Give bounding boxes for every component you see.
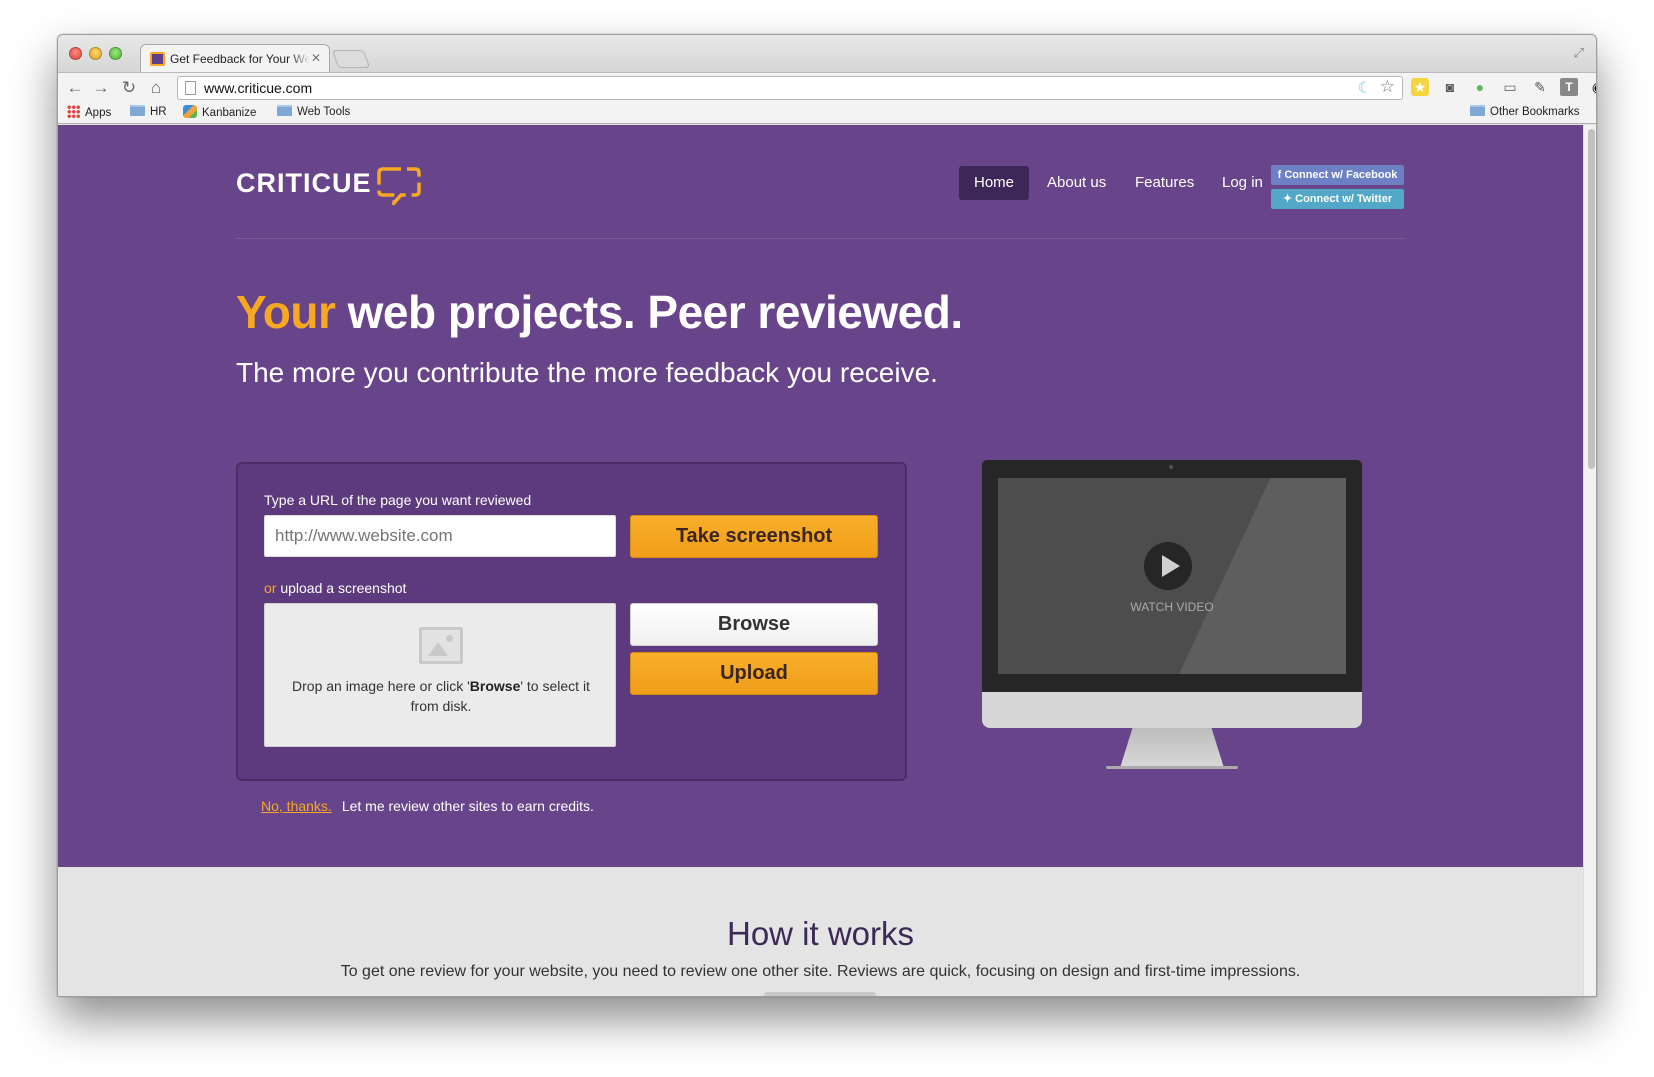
bookmark-other[interactable]: Other Bookmarks (1470, 105, 1579, 118)
bookmark-label: HR (150, 106, 167, 118)
drop-text-browse: Browse (469, 678, 521, 694)
drop-text-part: Drop an image here or click ' (292, 678, 470, 694)
home-icon[interactable]: ⌂ (145, 77, 167, 99)
nav-features[interactable]: Features (1120, 166, 1209, 200)
logo-text: CRITICUE (236, 168, 372, 198)
bookmarks-bar: Apps HR Kanbanize Web Tools Other Bookma… (58, 102, 1596, 124)
address-text[interactable]: www.criticue.com (204, 80, 312, 96)
window-maximize-button[interactable] (109, 47, 122, 60)
browser-tab[interactable]: Get Feedback for Your Website ✕ (140, 44, 330, 73)
or-text: or (264, 580, 277, 596)
connect-facebook-button[interactable]: f Connect w/ Facebook (1271, 165, 1404, 185)
skip-row: No, thanks. Let me review other sites to … (261, 798, 594, 814)
url-label: Type a URL of the page you want reviewed (264, 492, 532, 508)
browser-toolbar: ← → ↻ ⌂ www.criticue.com ☾ ☆ ★ ◙ ● ▭ ✎ T… (58, 72, 1596, 102)
headline-rest: web projects. Peer reviewed. (335, 286, 963, 338)
address-bar[interactable]: www.criticue.com ☾ ☆ (177, 76, 1403, 100)
submit-panel: Type a URL of the page you want reviewed… (236, 462, 907, 781)
no-thanks-link[interactable]: No, thanks. (261, 798, 332, 814)
evernote-icon[interactable]: ● (1471, 78, 1489, 96)
folder-icon (277, 105, 292, 116)
url-input[interactable] (264, 515, 616, 557)
monitor-chin (982, 692, 1362, 728)
kanbanize-icon (183, 105, 197, 118)
image-dropzone[interactable]: Drop an image here or click 'Browse' to … (264, 603, 616, 747)
upload-label-text: upload a screenshot (276, 580, 407, 596)
hero-subheadline: The more you contribute the more feedbac… (236, 357, 938, 388)
image-placeholder-icon (419, 627, 463, 664)
hero-section: CRITICUE Home About us Features Log in f… (58, 125, 1583, 867)
page-scrollbar[interactable] (1583, 125, 1596, 996)
cast-icon[interactable]: ▭ (1501, 78, 1519, 96)
fullscreen-icon[interactable]: ⤢ (1574, 45, 1584, 61)
reload-icon[interactable]: ↻ (118, 77, 140, 99)
bookmark-label: Kanbanize (202, 107, 257, 119)
criticue-favicon-icon (150, 52, 165, 66)
monitor-bezel: WATCH VIDEO (982, 460, 1362, 692)
nav-log-in[interactable]: Log in (1207, 166, 1278, 200)
folder-icon (130, 105, 145, 116)
headline-accent: Your (236, 286, 336, 338)
forward-icon[interactable]: → (90, 77, 112, 99)
speech-bubble-logo-icon (377, 167, 421, 205)
how-it-works-description: To get one review for your website, you … (340, 963, 1301, 980)
bookmark-web-tools[interactable]: Web Tools (277, 105, 350, 118)
window-minimize-button[interactable] (89, 47, 102, 60)
eyedropper-icon[interactable]: ✎ (1531, 78, 1549, 96)
header-divider (236, 238, 1405, 239)
tab-strip: Get Feedback for Your Website ✕ ⤢ (58, 35, 1596, 73)
page-icon (185, 81, 196, 95)
bookmark-hr[interactable]: HR (130, 105, 167, 118)
section-tab (764, 992, 876, 996)
nav-about-us[interactable]: About us (1032, 166, 1121, 200)
skip-text: Let me review other sites to earn credit… (341, 798, 594, 814)
connect-twitter-button[interactable]: ✦ Connect w/ Twitter (1271, 189, 1404, 209)
dropzone-text: Drop an image here or click 'Browse' to … (285, 676, 597, 716)
browse-button[interactable]: Browse (630, 603, 878, 646)
bookmark-star-icon[interactable]: ☆ (1380, 77, 1395, 97)
back-icon[interactable]: ← (64, 77, 86, 99)
bookmark-label: Other Bookmarks (1490, 106, 1580, 118)
how-it-works-title: How it works (726, 915, 915, 952)
eye-extension-icon[interactable]: ◉ (1589, 78, 1596, 96)
text-extension-icon[interactable]: T (1560, 78, 1578, 96)
upload-button[interactable]: Upload (630, 652, 878, 695)
tab-close-icon[interactable]: ✕ (311, 51, 321, 65)
watch-video-label: WATCH VIDEO (1130, 600, 1214, 614)
video-monitor[interactable]: WATCH VIDEO (982, 460, 1362, 769)
upload-label: or upload a screenshot (264, 580, 406, 596)
monitor-foot (1106, 766, 1238, 769)
video-screen[interactable]: WATCH VIDEO (998, 478, 1346, 674)
how-it-works-section: How it works To get one review for your … (58, 867, 1583, 996)
new-tab-button[interactable] (331, 50, 371, 68)
take-screenshot-button[interactable]: Take screenshot (630, 515, 878, 558)
moon-extension-icon[interactable]: ☾ (1358, 78, 1372, 98)
apps-grid-icon (67, 105, 80, 118)
page-viewport: CRITICUE Home About us Features Log in f… (58, 125, 1596, 996)
sticky-note-extension-icon[interactable]: ★ (1411, 78, 1429, 96)
scrollbar-thumb[interactable] (1588, 129, 1595, 469)
bookmark-label: Web Tools (297, 106, 351, 118)
window-close-button[interactable] (69, 47, 82, 60)
play-icon[interactable] (1144, 542, 1192, 590)
bookmark-apps[interactable]: Apps (67, 105, 111, 119)
nav-home[interactable]: Home (959, 166, 1030, 200)
browser-window: Get Feedback for Your Website ✕ ⤢ ← → ↻ … (57, 34, 1597, 997)
monitor-camera (1169, 465, 1173, 469)
bookmark-label: Apps (85, 107, 112, 119)
bookmark-kanbanize[interactable]: Kanbanize (183, 105, 256, 119)
tab-title: Get Feedback for Your Website (170, 52, 310, 66)
monitor-stand (1120, 728, 1224, 768)
folder-icon (1470, 105, 1485, 116)
pocket-icon[interactable]: ◙ (1441, 78, 1459, 96)
hero-headline: Your web projects. Peer reviewed. (236, 285, 963, 339)
